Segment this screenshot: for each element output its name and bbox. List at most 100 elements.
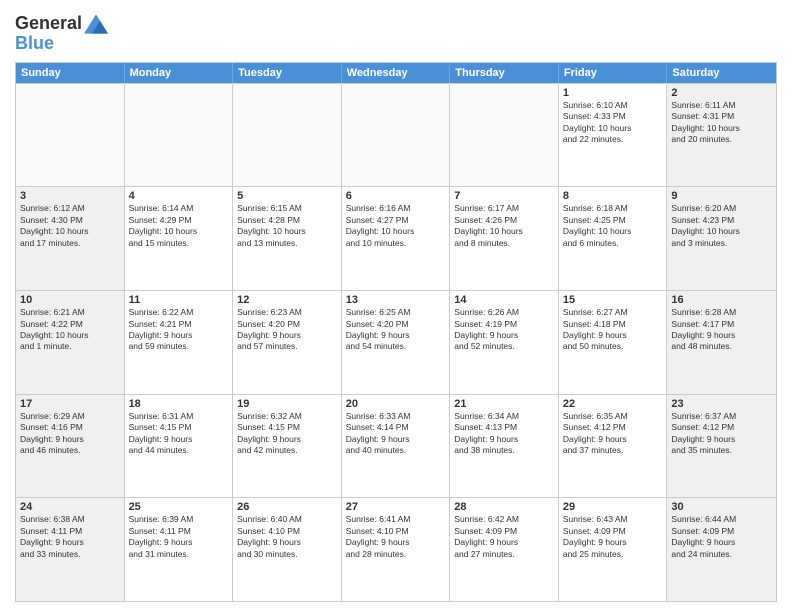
day-info: Sunrise: 6:12 AM Sunset: 4:30 PM Dayligh… [20,203,89,247]
day-cell-10: 10Sunrise: 6:21 AM Sunset: 4:22 PM Dayli… [16,291,125,394]
empty-cell-0-4 [450,84,559,187]
day-number: 21 [454,398,554,410]
day-cell-24: 24Sunrise: 6:38 AM Sunset: 4:11 PM Dayli… [16,498,125,601]
day-cell-25: 25Sunrise: 6:39 AM Sunset: 4:11 PM Dayli… [125,498,234,601]
header-day-monday: Monday [125,63,234,83]
empty-cell-0-0 [16,84,125,187]
day-number: 24 [20,501,120,513]
day-cell-8: 8Sunrise: 6:18 AM Sunset: 4:25 PM Daylig… [559,187,668,290]
header-day-tuesday: Tuesday [233,63,342,83]
day-cell-30: 30Sunrise: 6:44 AM Sunset: 4:09 PM Dayli… [667,498,776,601]
day-cell-12: 12Sunrise: 6:23 AM Sunset: 4:20 PM Dayli… [233,291,342,394]
day-info: Sunrise: 6:31 AM Sunset: 4:15 PM Dayligh… [129,411,194,455]
day-number: 22 [563,398,663,410]
day-number: 18 [129,398,229,410]
day-number: 11 [129,294,229,306]
day-number: 30 [671,501,772,513]
header-day-thursday: Thursday [450,63,559,83]
day-cell-20: 20Sunrise: 6:33 AM Sunset: 4:14 PM Dayli… [342,395,451,498]
day-info: Sunrise: 6:23 AM Sunset: 4:20 PM Dayligh… [237,307,302,351]
day-info: Sunrise: 6:10 AM Sunset: 4:33 PM Dayligh… [563,100,632,144]
day-cell-22: 22Sunrise: 6:35 AM Sunset: 4:12 PM Dayli… [559,395,668,498]
day-info: Sunrise: 6:42 AM Sunset: 4:09 PM Dayligh… [454,514,519,558]
day-info: Sunrise: 6:20 AM Sunset: 4:23 PM Dayligh… [671,203,740,247]
calendar-row-4: 24Sunrise: 6:38 AM Sunset: 4:11 PM Dayli… [16,497,776,601]
day-info: Sunrise: 6:17 AM Sunset: 4:26 PM Dayligh… [454,203,523,247]
day-number: 27 [346,501,446,513]
day-cell-16: 16Sunrise: 6:28 AM Sunset: 4:17 PM Dayli… [667,291,776,394]
logo-text-blue: Blue [15,34,108,54]
day-info: Sunrise: 6:21 AM Sunset: 4:22 PM Dayligh… [20,307,89,351]
day-number: 20 [346,398,446,410]
logo: General Blue [15,14,108,54]
day-info: Sunrise: 6:41 AM Sunset: 4:10 PM Dayligh… [346,514,411,558]
day-cell-17: 17Sunrise: 6:29 AM Sunset: 4:16 PM Dayli… [16,395,125,498]
day-cell-2: 2Sunrise: 6:11 AM Sunset: 4:31 PM Daylig… [667,84,776,187]
header-day-sunday: Sunday [16,63,125,83]
day-number: 26 [237,501,337,513]
calendar-body: 1Sunrise: 6:10 AM Sunset: 4:33 PM Daylig… [16,83,776,601]
day-info: Sunrise: 6:11 AM Sunset: 4:31 PM Dayligh… [671,100,740,144]
day-info: Sunrise: 6:39 AM Sunset: 4:11 PM Dayligh… [129,514,194,558]
day-cell-7: 7Sunrise: 6:17 AM Sunset: 4:26 PM Daylig… [450,187,559,290]
day-info: Sunrise: 6:22 AM Sunset: 4:21 PM Dayligh… [129,307,194,351]
day-cell-3: 3Sunrise: 6:12 AM Sunset: 4:30 PM Daylig… [16,187,125,290]
day-cell-15: 15Sunrise: 6:27 AM Sunset: 4:18 PM Dayli… [559,291,668,394]
empty-cell-0-3 [342,84,451,187]
day-cell-5: 5Sunrise: 6:15 AM Sunset: 4:28 PM Daylig… [233,187,342,290]
day-cell-27: 27Sunrise: 6:41 AM Sunset: 4:10 PM Dayli… [342,498,451,601]
logo-icon [84,14,108,34]
day-info: Sunrise: 6:28 AM Sunset: 4:17 PM Dayligh… [671,307,736,351]
calendar-row-1: 3Sunrise: 6:12 AM Sunset: 4:30 PM Daylig… [16,186,776,290]
day-cell-19: 19Sunrise: 6:32 AM Sunset: 4:15 PM Dayli… [233,395,342,498]
header-day-wednesday: Wednesday [342,63,451,83]
header-day-friday: Friday [559,63,668,83]
empty-cell-0-1 [125,84,234,187]
day-number: 23 [671,398,772,410]
day-number: 4 [129,190,229,202]
header: General Blue [15,10,777,54]
day-cell-26: 26Sunrise: 6:40 AM Sunset: 4:10 PM Dayli… [233,498,342,601]
day-number: 1 [563,87,663,99]
day-info: Sunrise: 6:14 AM Sunset: 4:29 PM Dayligh… [129,203,198,247]
day-number: 2 [671,87,772,99]
day-info: Sunrise: 6:15 AM Sunset: 4:28 PM Dayligh… [237,203,306,247]
day-info: Sunrise: 6:32 AM Sunset: 4:15 PM Dayligh… [237,411,302,455]
day-cell-21: 21Sunrise: 6:34 AM Sunset: 4:13 PM Dayli… [450,395,559,498]
day-cell-1: 1Sunrise: 6:10 AM Sunset: 4:33 PM Daylig… [559,84,668,187]
day-info: Sunrise: 6:25 AM Sunset: 4:20 PM Dayligh… [346,307,411,351]
day-number: 19 [237,398,337,410]
day-info: Sunrise: 6:43 AM Sunset: 4:09 PM Dayligh… [563,514,628,558]
day-info: Sunrise: 6:26 AM Sunset: 4:19 PM Dayligh… [454,307,519,351]
day-info: Sunrise: 6:29 AM Sunset: 4:16 PM Dayligh… [20,411,85,455]
day-number: 28 [454,501,554,513]
day-number: 12 [237,294,337,306]
day-number: 9 [671,190,772,202]
day-number: 8 [563,190,663,202]
day-cell-14: 14Sunrise: 6:26 AM Sunset: 4:19 PM Dayli… [450,291,559,394]
day-cell-13: 13Sunrise: 6:25 AM Sunset: 4:20 PM Dayli… [342,291,451,394]
day-info: Sunrise: 6:38 AM Sunset: 4:11 PM Dayligh… [20,514,85,558]
day-info: Sunrise: 6:44 AM Sunset: 4:09 PM Dayligh… [671,514,736,558]
day-number: 25 [129,501,229,513]
day-cell-9: 9Sunrise: 6:20 AM Sunset: 4:23 PM Daylig… [667,187,776,290]
calendar-header: SundayMondayTuesdayWednesdayThursdayFrid… [16,63,776,83]
day-cell-6: 6Sunrise: 6:16 AM Sunset: 4:27 PM Daylig… [342,187,451,290]
day-number: 5 [237,190,337,202]
day-cell-28: 28Sunrise: 6:42 AM Sunset: 4:09 PM Dayli… [450,498,559,601]
day-cell-23: 23Sunrise: 6:37 AM Sunset: 4:12 PM Dayli… [667,395,776,498]
calendar-row-2: 10Sunrise: 6:21 AM Sunset: 4:22 PM Dayli… [16,290,776,394]
day-cell-11: 11Sunrise: 6:22 AM Sunset: 4:21 PM Dayli… [125,291,234,394]
day-number: 10 [20,294,120,306]
calendar-row-0: 1Sunrise: 6:10 AM Sunset: 4:33 PM Daylig… [16,83,776,187]
day-info: Sunrise: 6:35 AM Sunset: 4:12 PM Dayligh… [563,411,628,455]
calendar: SundayMondayTuesdayWednesdayThursdayFrid… [15,62,777,602]
day-number: 29 [563,501,663,513]
day-number: 6 [346,190,446,202]
day-info: Sunrise: 6:18 AM Sunset: 4:25 PM Dayligh… [563,203,632,247]
day-number: 14 [454,294,554,306]
day-info: Sunrise: 6:33 AM Sunset: 4:14 PM Dayligh… [346,411,411,455]
page: General Blue SundayMondayTuesdayWednesda… [0,0,792,612]
day-number: 7 [454,190,554,202]
day-info: Sunrise: 6:37 AM Sunset: 4:12 PM Dayligh… [671,411,736,455]
